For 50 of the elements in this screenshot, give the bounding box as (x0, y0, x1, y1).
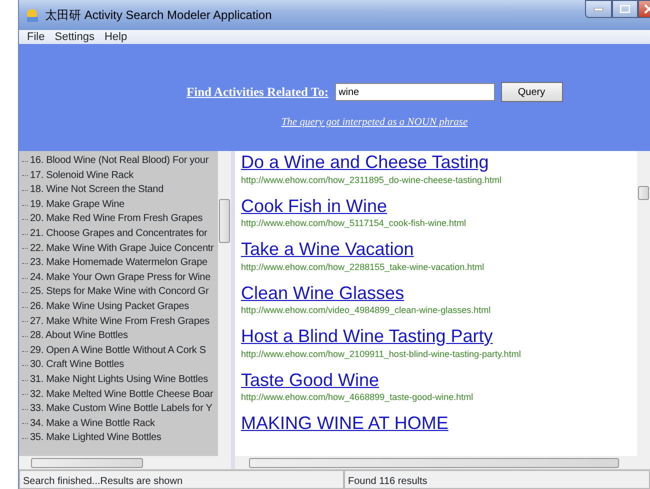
tree-item[interactable]: 31. Make Night Lights Using Wine Bottles (30, 372, 208, 388)
maximize-icon (620, 5, 630, 13)
result-link[interactable]: Taste Good Wine (241, 370, 380, 390)
tree-item[interactable]: 18. Wine Not Screen the Stand (30, 183, 164, 198)
menu-item[interactable]: Settings (54, 28, 94, 46)
result-url: http://www.ehow.com/how_5117154_cook-fish-wine.html (241, 217, 467, 229)
tree-item[interactable]: 16. Blood Wine (Not Real Blood) For your (30, 154, 209, 169)
interpretation-note: The query got interpeted as a NOUN phrase (281, 116, 468, 130)
tree-item[interactable]: 27. Make White Wine From Fresh Grapes (30, 314, 210, 330)
tree-item[interactable]: 30. Craft Wine Bottles (30, 358, 124, 373)
query-field[interactable]: wine (334, 83, 495, 102)
window-title: 太田研 Activity Search Modeler Application (45, 7, 272, 24)
result-url: http://www.ehow.com/how_2311895_do-wine-cheese-tasting.html (241, 174, 502, 186)
vertical-scrollbar[interactable] (637, 151, 650, 456)
status-text: Search finished...Results are shown (19, 470, 344, 489)
minimize-icon (594, 8, 603, 10)
result-link[interactable]: Host a Blind Wine Tasting Party (241, 327, 493, 346)
tree-item[interactable]: 19. Make Grape Wine (30, 198, 124, 212)
app-icon (25, 8, 40, 22)
result-link[interactable]: Clean Wine Glasses (241, 284, 404, 302)
result-url: http://www.ehow.com/how_4668899_taste-good-wine.html (241, 391, 474, 403)
tree-item[interactable]: 26. Make Wine Using Packet Grapes (30, 300, 190, 315)
tree-item[interactable]: 35. Make Lighted Wine Bottles (30, 431, 162, 446)
result-url: http://www.ehow.com/how_2109911_host-blind-wine-tasting-party.html (241, 348, 522, 360)
result-link[interactable]: Cook Fish in Wine (241, 196, 388, 216)
tree-item[interactable]: 23. Make Homemade Watermelon Grape (30, 256, 208, 271)
query-label: Find Activities Related To: (186, 84, 329, 101)
tree-item[interactable]: 22. Make Wine With Grape Juice Concentr (30, 242, 214, 256)
menu-item[interactable]: File (27, 28, 45, 46)
tree-item[interactable]: 21. Choose Grapes and Concentrates for (30, 226, 208, 242)
tree-item[interactable]: 17. Solenoid Wine Rack (30, 168, 134, 184)
tree-item[interactable]: 24. Make Your Own Grape Press for Wine (30, 270, 210, 286)
tree-item[interactable]: 20. Make Red Wine From Fresh Grapes (30, 212, 203, 227)
tree-item[interactable]: 33. Make Custom Wine Bottle Labels for Y (30, 402, 212, 417)
result-url: http://www.ehow.com/video_4984899_clean-wine-glasses.html (241, 304, 492, 316)
minimize-button[interactable] (585, 0, 612, 18)
status-text: Found 116 results (344, 470, 650, 489)
result-link[interactable]: Take a Wine Vacation (241, 240, 414, 259)
tree-item[interactable]: 32. Make Melted Wine Bottle Cheese Boar (30, 388, 214, 402)
query-button[interactable]: Query (500, 82, 563, 102)
result-link[interactable]: MAKING WINE AT HOME (241, 414, 448, 433)
result-link[interactable]: Do a Wine and Cheese Tasting (241, 153, 489, 172)
tree-item[interactable]: 25. Steps for Make Wine with Concord Gr (30, 285, 209, 300)
result-url: http://www.ehow.com/how_2288155_take-wine-vacation.html (241, 260, 486, 272)
tree-item[interactable]: 34. Make a Wine Bottle Rack (30, 416, 155, 432)
horizontal-scrollbar[interactable] (235, 456, 650, 469)
maximize-button[interactable] (612, 0, 638, 18)
tree-item[interactable]: 28. About Wine Bottles (30, 329, 128, 344)
tree-item[interactable]: 29. Open A Wine Bottle Without A Cork S (30, 344, 206, 358)
menu-item[interactable]: Help (104, 28, 128, 46)
